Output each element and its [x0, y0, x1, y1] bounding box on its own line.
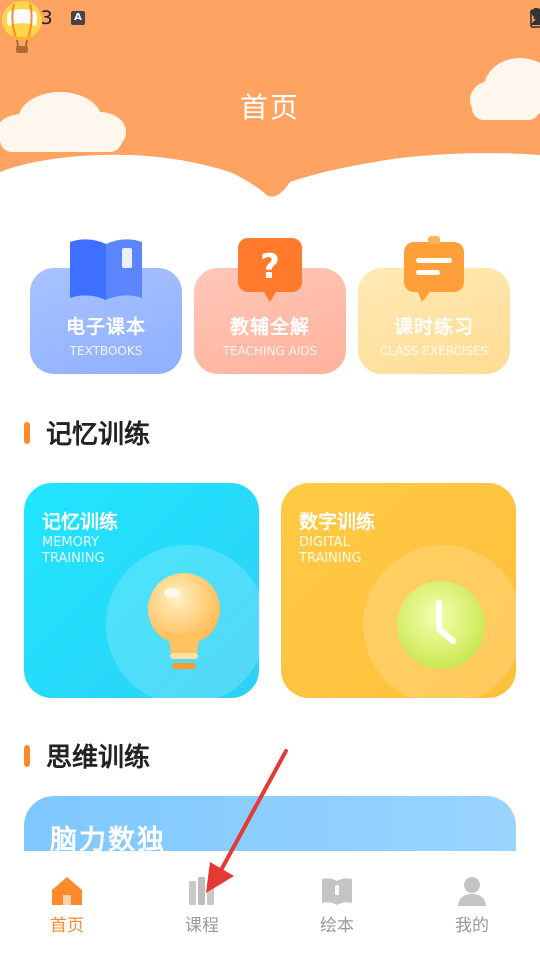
header: 4:23 A 首页: [0, 0, 540, 200]
digital-training-subtitle-line2: TRAINING: [299, 551, 362, 566]
teaching-aids-card-title: 教辅全解: [229, 316, 310, 338]
memory-training-card[interactable]: 记忆训练 MEMORY TRAINING: [24, 483, 259, 698]
picture-book-icon: [322, 878, 352, 905]
nav-home[interactable]: 首页: [17, 875, 117, 936]
chat-note-icon: [404, 236, 464, 302]
top-cards: 电子课本 TEXTBOOKS 教辅全解 TEACHING AIDS ? 课时练习…: [30, 236, 512, 376]
section-accent-bar: [24, 744, 30, 767]
memory-section-header: 记忆训练: [24, 414, 150, 451]
nav-picture-books[interactable]: 绘本: [287, 875, 387, 936]
memory-training-subtitle: MEMORY TRAINING: [42, 535, 142, 567]
section-accent-bar: [24, 421, 30, 444]
status-bar: 4:23 A: [0, 0, 540, 36]
clock-icon: [397, 581, 485, 669]
nav-profile[interactable]: 我的: [422, 875, 522, 936]
bottom-nav: 首页 课程 绘本 我的: [0, 851, 540, 960]
digital-training-subtitle-line1: DIGITAL: [299, 535, 350, 550]
digital-training-title: 数字训练: [299, 511, 376, 533]
nav-picture-books-label: 绘本: [320, 916, 354, 936]
memory-training-title: 记忆训练: [42, 511, 119, 533]
class-exercises-card-subtitle: CLASS EXERCISES: [379, 344, 489, 358]
user-icon: [458, 877, 486, 906]
nav-courses-label: 课程: [185, 916, 219, 936]
textbooks-card-title: 电子课本: [65, 316, 146, 338]
book-icon: [70, 239, 142, 300]
nav-courses[interactable]: 课程: [152, 875, 252, 936]
class-exercises-card-title: 课时练习: [393, 316, 474, 338]
teaching-aids-card-subtitle: TEACHING AIDS: [222, 344, 318, 358]
nav-home-label: 首页: [50, 916, 84, 936]
notification-icon: A: [71, 11, 85, 25]
memory-training-subtitle-line2: TRAINING: [42, 551, 105, 566]
memory-training-subtitle-line1: MEMORY: [42, 535, 100, 550]
page-title: 首页: [240, 91, 301, 124]
nav-profile-label: 我的: [455, 916, 489, 936]
svg-text:?: ?: [260, 247, 280, 287]
thinking-section-header: 思维训练: [24, 737, 150, 774]
thinking-section-title: 思维训练: [46, 743, 151, 773]
digital-training-subtitle: DIGITAL TRAINING: [299, 535, 399, 567]
digital-training-card[interactable]: 数字训练 DIGITAL TRAINING: [281, 483, 516, 698]
memory-section-title: 记忆训练: [46, 420, 151, 450]
books-icon: [189, 877, 214, 905]
hot-air-balloon-icon: [2, 1, 42, 53]
question-bubble-icon: ?: [238, 238, 302, 302]
home-icon: [52, 877, 82, 905]
lightbulb-icon: [148, 573, 220, 669]
textbooks-card-subtitle: TEXTBOOKS: [69, 344, 143, 358]
battery-icon: [530, 8, 540, 28]
